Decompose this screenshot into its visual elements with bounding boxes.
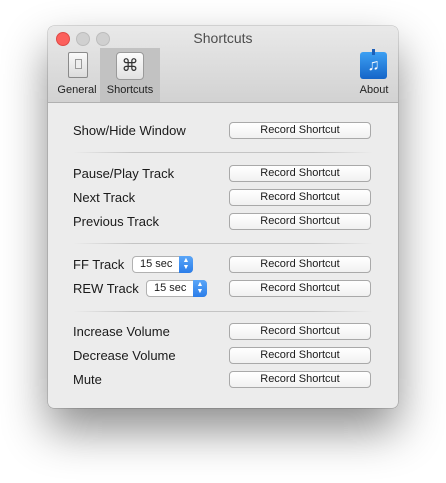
toolbar-item-about-label: About xyxy=(359,84,389,96)
decrease-volume-label: Decrease Volume xyxy=(73,348,176,363)
ff-track-label: FF Track xyxy=(73,257,125,272)
general-switch-icon xyxy=(68,52,88,78)
ff-interval-value: 15 sec xyxy=(140,258,173,270)
toolbar-item-shortcuts[interactable]: ⌘ Shortcuts xyxy=(100,48,160,102)
divider xyxy=(73,311,373,312)
preferences-window: Shortcuts General ⌘ Shortcuts ♫ About Sh… xyxy=(48,26,398,408)
mute-record-button[interactable]: Record Shortcut xyxy=(229,371,371,388)
shortcut-row-next: Next Track Record Shortcut xyxy=(48,188,398,208)
toolbar-item-shortcuts-label: Shortcuts xyxy=(106,84,154,96)
mute-label: Mute xyxy=(73,372,102,387)
toolbar-item-general-label: General xyxy=(57,84,97,96)
pause-play-label: Pause/Play Track xyxy=(73,166,175,181)
shortcut-row-rew: REW Track 15 sec ▲ ▼ Record Shortcut xyxy=(48,279,398,299)
shortcut-row-pause-play: Pause/Play Track Record Shortcut xyxy=(48,164,398,184)
shortcuts-pane: Show/Hide Window Record Shortcut Pause/P… xyxy=(48,103,398,408)
shortcut-row-previous: Previous Track Record Shortcut xyxy=(48,212,398,232)
toolbar-item-about[interactable]: ♫ About xyxy=(352,48,396,102)
previous-track-label: Previous Track xyxy=(73,214,159,229)
shortcut-row-decrease-volume: Decrease Volume Record Shortcut xyxy=(48,346,398,366)
decrease-volume-record-button[interactable]: Record Shortcut xyxy=(229,347,371,364)
title-bar: Shortcuts General ⌘ Shortcuts ♫ About xyxy=(48,26,398,103)
divider xyxy=(73,243,373,244)
next-track-record-button[interactable]: Record Shortcut xyxy=(229,189,371,206)
rew-track-label: REW Track xyxy=(73,281,139,296)
window-title: Shortcuts xyxy=(193,30,253,46)
rew-interval-value: 15 sec xyxy=(154,282,187,294)
chevron-up-down-icon[interactable]: ▲ ▼ xyxy=(193,280,207,297)
shortcut-row-ff: FF Track 15 sec ▲ ▼ Record Shortcut xyxy=(48,255,398,275)
toolbar-item-general[interactable]: General xyxy=(54,48,100,102)
divider xyxy=(73,152,373,153)
music-note-icon: ♫ xyxy=(360,49,387,79)
next-track-label: Next Track xyxy=(73,190,136,205)
command-key-icon: ⌘ xyxy=(116,52,144,80)
shortcut-row-show-hide: Show/Hide Window Record Shortcut xyxy=(48,121,398,141)
previous-track-record-button[interactable]: Record Shortcut xyxy=(229,213,371,230)
shortcut-row-increase-volume: Increase Volume Record Shortcut xyxy=(48,322,398,342)
rew-track-record-button[interactable]: Record Shortcut xyxy=(229,280,371,297)
increase-volume-label: Increase Volume xyxy=(73,324,170,339)
pause-play-record-button[interactable]: Record Shortcut xyxy=(229,165,371,182)
show-hide-label: Show/Hide Window xyxy=(73,123,186,138)
rew-interval-select[interactable]: 15 sec ▲ ▼ xyxy=(146,280,207,297)
shortcut-row-mute: Mute Record Shortcut xyxy=(48,370,398,390)
chevron-up-down-icon[interactable]: ▲ ▼ xyxy=(179,256,193,273)
ff-track-record-button[interactable]: Record Shortcut xyxy=(229,256,371,273)
increase-volume-record-button[interactable]: Record Shortcut xyxy=(229,323,371,340)
ff-interval-select[interactable]: 15 sec ▲ ▼ xyxy=(132,256,193,273)
show-hide-record-button[interactable]: Record Shortcut xyxy=(229,122,371,139)
